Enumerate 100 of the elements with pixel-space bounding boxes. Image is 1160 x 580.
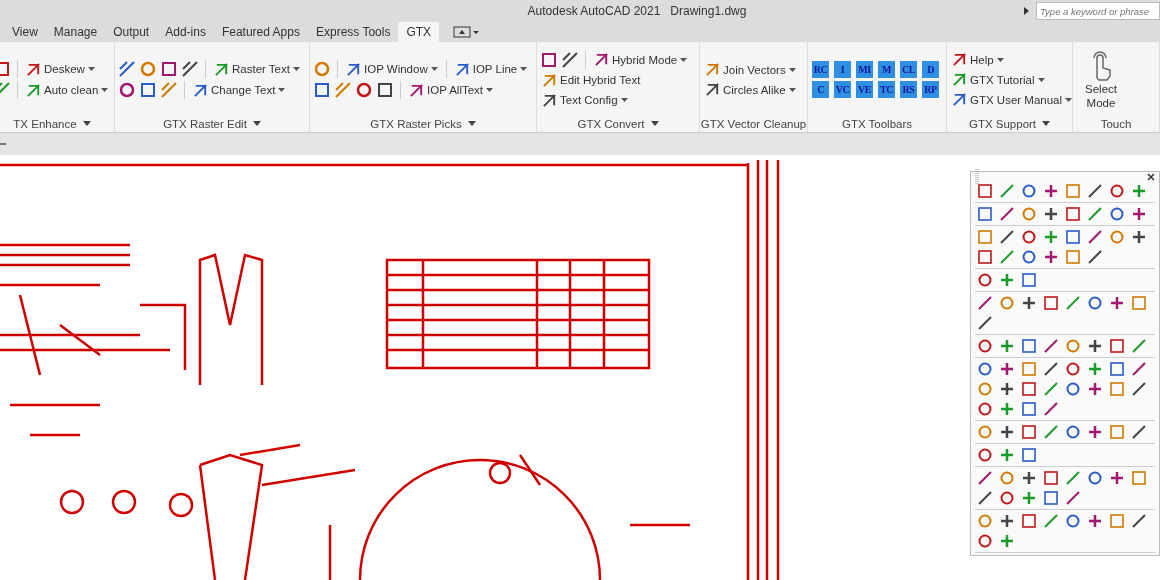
tool-icon[interactable] (1043, 249, 1059, 265)
tool-icon[interactable] (1043, 338, 1059, 354)
tool-icon[interactable] (1065, 229, 1081, 245)
ribbon-tab[interactable]: Add-ins (157, 22, 214, 42)
tool-icon[interactable] (1065, 206, 1081, 222)
tool-icon[interactable] (977, 361, 993, 377)
toolbar-toggle[interactable]: VC (834, 81, 851, 98)
tool-icon[interactable] (1131, 229, 1147, 245)
toolbar-toggle[interactable]: TC (878, 81, 895, 98)
toolbar-toggle[interactable]: D (922, 61, 939, 78)
toolbar-toggle[interactable]: MI (856, 61, 873, 78)
tool-icon[interactable] (1131, 206, 1147, 222)
caret-icon[interactable] (650, 121, 659, 126)
menu-icon[interactable] (0, 142, 8, 146)
toolbar-toggle[interactable]: CL (900, 61, 917, 78)
panel-title[interactable]: GTX Convert (577, 117, 645, 130)
panel-title[interactable]: TX Enhance (13, 117, 77, 130)
tool-icon[interactable] (999, 381, 1015, 397)
ribbon-button[interactable]: IOP Line (452, 60, 530, 78)
tool-icon[interactable] (1087, 470, 1103, 486)
panel-title[interactable]: GTX Raster Edit (163, 117, 247, 130)
ribbon-button[interactable]: Auto clean (24, 81, 111, 99)
tool-icon[interactable] (977, 533, 993, 549)
caret-icon[interactable] (252, 121, 261, 126)
ribbon-button[interactable]: Deskew (24, 60, 97, 78)
tool-icon[interactable] (355, 81, 373, 99)
tool-icon[interactable] (118, 60, 136, 78)
ribbon-button[interactable]: IOP Window (344, 60, 440, 78)
toolbar-toggle[interactable]: RC (812, 61, 829, 78)
tool-icon[interactable] (1043, 183, 1059, 199)
tool-icon[interactable] (1021, 272, 1037, 288)
tool-icon[interactable] (1131, 424, 1147, 440)
ribbon-button[interactable]: Help (950, 51, 1006, 68)
tool-icon[interactable] (1043, 490, 1059, 506)
tool-icon[interactable] (1131, 361, 1147, 377)
tool-icon[interactable] (1087, 424, 1103, 440)
tool-icon[interactable] (1087, 249, 1103, 265)
tool-icon[interactable] (999, 513, 1015, 529)
tool-icon[interactable] (1087, 338, 1103, 354)
tool-icon[interactable] (118, 81, 136, 99)
tool-icon[interactable] (977, 338, 993, 354)
ribbon-button[interactable]: Join Vectors (703, 61, 798, 78)
tool-icon[interactable] (1021, 381, 1037, 397)
tool-icon[interactable] (999, 206, 1015, 222)
tool-icon[interactable] (999, 229, 1015, 245)
toolbar-toggle[interactable]: C (812, 81, 829, 98)
ribbon-button[interactable]: Hybrid Mode (592, 51, 690, 68)
tool-icon[interactable] (1065, 361, 1081, 377)
tool-icon[interactable] (1065, 490, 1081, 506)
search-field[interactable]: Type a keyword or phrase (1036, 2, 1160, 20)
tool-icon[interactable] (1021, 513, 1037, 529)
ribbon-button[interactable]: GTX Tutorial (950, 71, 1047, 88)
toolbar-toggle[interactable]: RS (900, 81, 917, 98)
close-icon[interactable] (1147, 173, 1155, 181)
ribbon-button[interactable]: Raster Text (212, 60, 302, 78)
toolbar-toggle[interactable]: RP (922, 81, 939, 98)
ribbon-button[interactable]: GTX User Manual (950, 91, 1075, 108)
tool-icon[interactable] (977, 183, 993, 199)
tool-icon[interactable] (540, 50, 558, 69)
ribbon-button[interactable]: Text Config (540, 91, 630, 109)
ribbon-button[interactable]: IOP AllText (407, 81, 496, 99)
tool-icon[interactable] (977, 470, 993, 486)
tool-icon[interactable] (1131, 513, 1147, 529)
tool-icon[interactable] (977, 447, 993, 463)
tool-icon[interactable] (977, 272, 993, 288)
tool-icon[interactable] (977, 401, 993, 417)
tool-icon[interactable] (1087, 229, 1103, 245)
tool-icon[interactable] (1109, 470, 1125, 486)
tool-icon[interactable] (1021, 295, 1037, 311)
ribbon-tab[interactable]: View (4, 22, 46, 42)
ribbon-tab[interactable]: Express Tools (307, 22, 399, 42)
grip-handle-icon[interactable] (975, 169, 979, 185)
tool-icon[interactable] (376, 81, 394, 99)
expand-icon[interactable] (1024, 7, 1030, 15)
tool-icon[interactable] (1109, 206, 1125, 222)
tool-icon[interactable] (181, 60, 199, 78)
tool-icon[interactable] (1131, 381, 1147, 397)
tool-icon[interactable] (977, 206, 993, 222)
tool-icon[interactable] (1021, 183, 1037, 199)
toolbar-toggle[interactable]: VE (856, 81, 873, 98)
tool-icon[interactable] (999, 424, 1015, 440)
tool-icon[interactable] (977, 249, 993, 265)
tool-icon[interactable] (1087, 183, 1103, 199)
toolbar-toggle[interactable]: M (878, 61, 895, 78)
ribbon-button[interactable]: Edit Hybrid Text (540, 71, 643, 89)
tool-icon[interactable] (1021, 229, 1037, 245)
tool-icon[interactable] (999, 490, 1015, 506)
ribbon-tab[interactable]: Manage (45, 22, 106, 42)
tool-icon[interactable] (1021, 447, 1037, 463)
tool-icon[interactable] (1065, 513, 1081, 529)
tool-icon[interactable] (139, 81, 157, 99)
tool-icon[interactable] (1109, 183, 1125, 199)
tool-icon[interactable] (1065, 424, 1081, 440)
tool-icon[interactable] (1109, 295, 1125, 311)
tool-icon[interactable] (999, 361, 1015, 377)
panel-title[interactable]: GTX Vector Cleanup (700, 117, 807, 130)
tool-icon[interactable] (1021, 424, 1037, 440)
panel-title[interactable]: GTX Raster Picks (370, 117, 462, 130)
ribbon-tab[interactable]: Output (105, 22, 158, 42)
caret-icon[interactable] (467, 121, 476, 126)
